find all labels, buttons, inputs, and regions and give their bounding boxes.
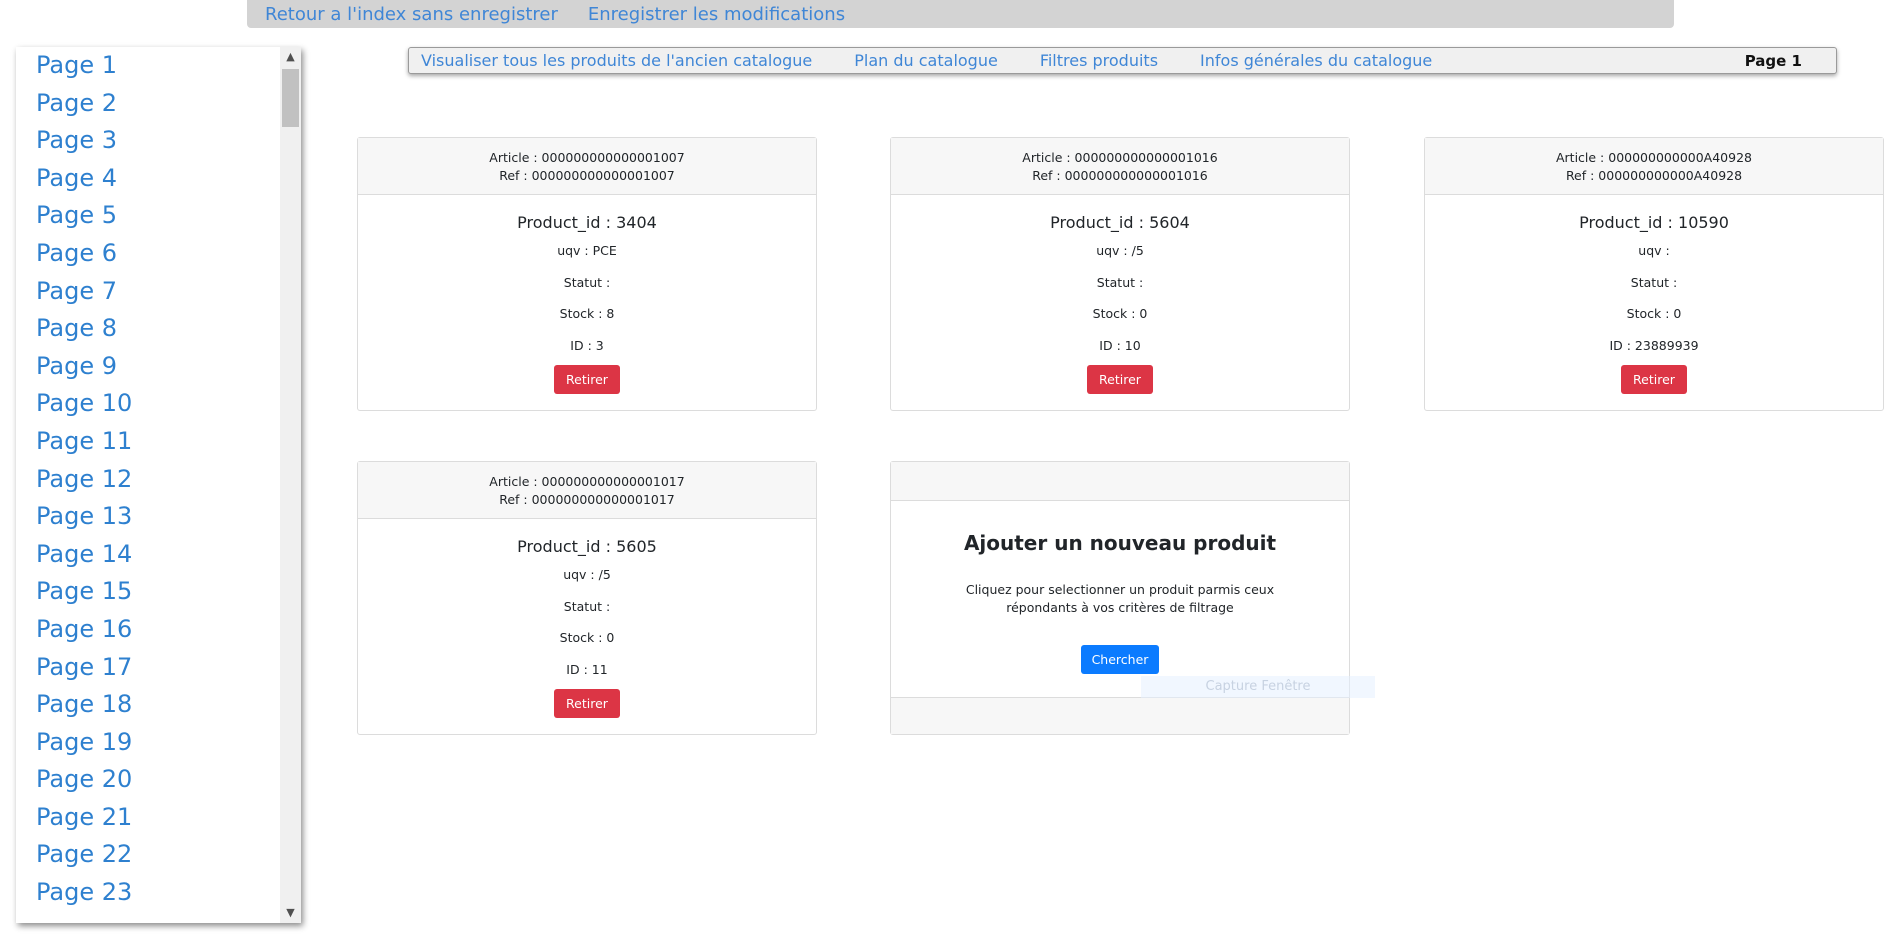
sidebar-item-page-10[interactable]: Page 10	[16, 385, 278, 423]
sidebar-item-page-1[interactable]: Page 1	[16, 47, 278, 85]
sidebar-item-page-5[interactable]: Page 5	[16, 197, 278, 235]
scroll-thumb[interactable]	[282, 69, 299, 127]
product-article: Article : 000000000000001017	[489, 474, 685, 489]
add-product-title: Ajouter un nouveau produit	[963, 531, 1277, 555]
product-db-id: ID : 10	[1099, 337, 1141, 353]
product-ref: Ref : 000000000000A40928	[1565, 168, 1743, 183]
product-card: Article : 000000000000001007 Ref : 00000…	[357, 137, 817, 411]
back-without-saving-link[interactable]: Retour a l'index sans enregistrer	[265, 4, 558, 25]
product-article: Article : 000000000000001007	[489, 150, 685, 165]
product-card-header: Article : 000000000000A40928 Ref : 00000…	[1425, 138, 1883, 195]
product-uqv: uqv : /5	[563, 567, 611, 582]
product-uqv: uqv :	[1638, 243, 1670, 258]
sidebar-item-page-22[interactable]: Page 22	[16, 836, 278, 874]
product-db-id: ID : 11	[566, 661, 608, 677]
product-card: Article : 000000000000001017 Ref : 00000…	[357, 461, 817, 735]
product-stock: Stock : 8	[559, 306, 615, 321]
remove-product-button[interactable]: Retirer	[1087, 365, 1153, 394]
product-card: Article : 000000000000A40928 Ref : 00000…	[1424, 137, 1884, 411]
add-product-description: Cliquez pour selectionner un produit par…	[965, 582, 1275, 615]
product-ref: Ref : 000000000000001017	[499, 492, 675, 507]
scroll-up-arrow-icon[interactable]: ▲	[280, 47, 301, 67]
page-list: Page 1 Page 2 Page 3 Page 4 Page 5 Page …	[16, 47, 278, 912]
sidebar-item-page-2[interactable]: Page 2	[16, 85, 278, 123]
sidebar-item-page-7[interactable]: Page 7	[16, 273, 278, 311]
sidebar-item-page-19[interactable]: Page 19	[16, 724, 278, 762]
product-card: Article : 000000000000001016 Ref : 00000…	[890, 137, 1350, 411]
product-id: Product_id : 3404	[517, 213, 657, 232]
sidebar-item-page-11[interactable]: Page 11	[16, 423, 278, 461]
tab-view-old-catalogue-products[interactable]: Visualiser tous les produits de l'ancien…	[421, 51, 812, 70]
sidebar-item-page-12[interactable]: Page 12	[16, 461, 278, 499]
product-card-header: Article : 000000000000001016 Ref : 00000…	[891, 138, 1349, 195]
sidebar-item-page-17[interactable]: Page 17	[16, 649, 278, 687]
add-product-card-footer	[891, 697, 1349, 734]
window-capture-tooltip: Capture Fenêtre	[1141, 676, 1375, 698]
product-card-body: Product_id : 10590 uqv : Statut : Stock …	[1425, 195, 1883, 410]
product-db-id: ID : 23889939	[1609, 337, 1699, 353]
product-db-id: ID : 3	[570, 337, 604, 353]
tab-catalogue-general-info[interactable]: Infos générales du catalogue	[1200, 51, 1432, 70]
product-article: Article : 000000000000A40928	[1555, 150, 1752, 165]
sidebar-item-page-3[interactable]: Page 3	[16, 122, 278, 160]
sidebar-item-page-15[interactable]: Page 15	[16, 573, 278, 611]
product-article: Article : 000000000000001016	[1022, 150, 1218, 165]
product-id: Product_id : 5604	[1050, 213, 1190, 232]
remove-product-button[interactable]: Retirer	[554, 365, 620, 394]
product-uqv: uqv : /5	[1096, 243, 1144, 258]
search-product-button[interactable]: Chercher	[1080, 645, 1160, 674]
top-action-bar: Retour a l'index sans enregistrer Enregi…	[247, 0, 1674, 28]
sidebar-item-page-20[interactable]: Page 20	[16, 761, 278, 799]
product-stock: Stock : 0	[1092, 306, 1148, 321]
product-stock: Stock : 0	[559, 630, 615, 645]
product-stock: Stock : 0	[1626, 306, 1682, 321]
remove-product-button[interactable]: Retirer	[554, 689, 620, 718]
save-changes-link[interactable]: Enregistrer les modifications	[588, 4, 845, 25]
sidebar-item-page-8[interactable]: Page 8	[16, 310, 278, 348]
current-page-indicator: Page 1	[1744, 52, 1802, 70]
sidebar-item-page-9[interactable]: Page 9	[16, 348, 278, 386]
product-card-header: Article : 000000000000001007 Ref : 00000…	[358, 138, 816, 195]
sidebar-item-page-18[interactable]: Page 18	[16, 686, 278, 724]
product-ref: Ref : 000000000000001007	[499, 168, 675, 183]
product-card-body: Product_id : 3404 uqv : PCE Statut : Sto…	[358, 195, 816, 410]
add-product-card-header	[891, 462, 1349, 501]
tab-product-filters[interactable]: Filtres produits	[1040, 51, 1158, 70]
remove-product-button[interactable]: Retirer	[1621, 365, 1687, 394]
catalogue-tabs: Visualiser tous les produits de l'ancien…	[408, 47, 1837, 74]
sidebar-item-page-4[interactable]: Page 4	[16, 160, 278, 198]
sidebar-item-page-23[interactable]: Page 23	[16, 874, 278, 912]
product-uqv: uqv : PCE	[557, 243, 617, 258]
add-product-card-body: Ajouter un nouveau produit Cliquez pour …	[891, 501, 1349, 698]
product-card-body: Product_id : 5604 uqv : /5 Statut : Stoc…	[891, 195, 1349, 410]
tab-catalogue-plan[interactable]: Plan du catalogue	[854, 51, 998, 70]
page-sidebar: Page 1 Page 2 Page 3 Page 4 Page 5 Page …	[16, 47, 301, 923]
product-ref: Ref : 000000000000001016	[1032, 168, 1208, 183]
product-statut: Statut :	[1096, 274, 1144, 290]
sidebar-item-page-6[interactable]: Page 6	[16, 235, 278, 273]
product-statut: Statut :	[563, 274, 611, 290]
sidebar-item-page-13[interactable]: Page 13	[16, 498, 278, 536]
sidebar-item-page-16[interactable]: Page 16	[16, 611, 278, 649]
scroll-down-arrow-icon[interactable]: ▼	[280, 903, 301, 923]
sidebar-item-page-21[interactable]: Page 21	[16, 799, 278, 837]
product-statut: Statut :	[1630, 274, 1678, 290]
product-id: Product_id : 10590	[1579, 213, 1729, 232]
product-id: Product_id : 5605	[517, 537, 657, 556]
product-card-body: Product_id : 5605 uqv : /5 Statut : Stoc…	[358, 519, 816, 734]
product-statut: Statut :	[563, 598, 611, 614]
sidebar-item-page-14[interactable]: Page 14	[16, 536, 278, 574]
product-card-header: Article : 000000000000001017 Ref : 00000…	[358, 462, 816, 519]
sidebar-scrollbar[interactable]: ▲ ▼	[280, 47, 301, 923]
